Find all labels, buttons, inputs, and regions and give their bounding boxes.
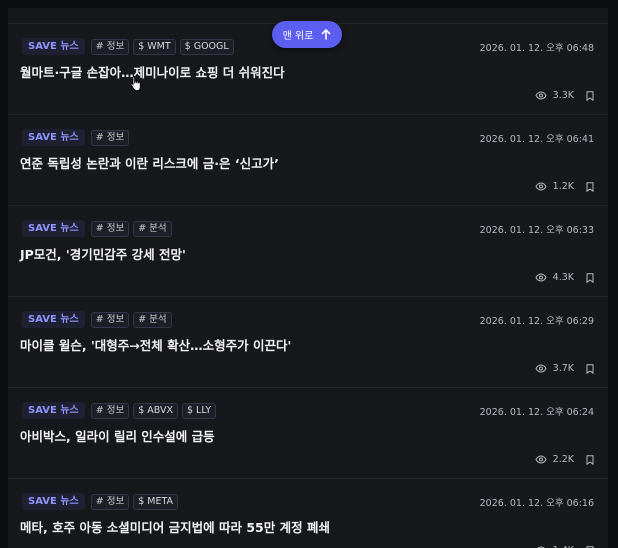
source-badge: SAVE 뉴스 <box>22 402 85 419</box>
hashtag[interactable]: # 정보 <box>90 311 130 328</box>
view-count: 3.7K <box>552 363 574 374</box>
news-title[interactable]: 월마트·구글 손잡아…제미나이로 쇼핑 더 쉬워진다 <box>20 62 285 81</box>
timestamp: 2026. 01. 12. 오후 06:24 <box>479 407 594 418</box>
timestamp: 2026. 01. 12. 오후 06:48 <box>479 43 594 54</box>
item-meta: 3.3K <box>535 90 594 101</box>
news-title[interactable]: 메타, 호주 아동 소셜미디어 금지법에 따라 55만 계정 폐쇄 <box>20 517 330 536</box>
arrow-up-icon <box>321 29 331 40</box>
ticker-tag[interactable]: $ LLY <box>181 402 217 419</box>
news-title[interactable]: JP모건, '경기민감주 강세 전망' <box>20 244 186 263</box>
eye-icon <box>535 91 547 100</box>
bookmark-icon[interactable] <box>586 454 594 465</box>
source-badge: SAVE 뉴스 <box>22 311 85 328</box>
item-meta: 2.2K <box>535 454 594 465</box>
view-count: 2.2K <box>552 454 574 465</box>
bookmark-icon[interactable] <box>586 272 594 283</box>
ticker-tag[interactable]: $ ABVX <box>133 402 178 419</box>
hand-cursor-icon <box>130 76 142 92</box>
item-meta: 4.3K <box>535 272 594 283</box>
news-feed: SAVE 뉴스 # 정보 $ WMT $ GOOGL 2026. 01. 12. 오후 … <box>8 8 608 548</box>
eye-icon <box>535 182 547 191</box>
source-badge: SAVE 뉴스 <box>22 129 85 146</box>
tag-row: SAVE 뉴스 # 정보 # 분석 <box>22 311 172 328</box>
timestamp: 2026. 01. 12. 오후 06:16 <box>479 498 594 509</box>
news-item[interactable]: SAVE 뉴스 # 정보 $ ABVX $ LLY 2026. 01. 12. 오후 0… <box>8 388 608 479</box>
hashtag[interactable]: # 정보 <box>90 402 130 419</box>
scroll-to-top-label: 맨 위로 <box>282 31 314 42</box>
hashtag[interactable]: # 분석 <box>133 220 172 237</box>
news-title[interactable]: 아비박스, 일라이 릴리 인수설에 급등 <box>20 426 215 445</box>
source-badge: SAVE 뉴스 <box>22 493 85 510</box>
item-meta: 1.2K <box>535 181 594 192</box>
view-count: 3.3K <box>552 90 574 101</box>
bookmark-icon[interactable] <box>586 181 594 192</box>
news-item[interactable]: SAVE 뉴스 # 정보 # 분석 2026. 01. 12. 오후 06:29 마이클… <box>8 297 608 388</box>
view-count: 1.2K <box>552 181 574 192</box>
tag-row: SAVE 뉴스 # 정보 # 분석 <box>22 220 172 237</box>
hashtag[interactable]: # 정보 <box>90 129 130 146</box>
news-item[interactable]: SAVE 뉴스 # 정보 # 분석 2026. 01. 12. 오후 06:33 JP모… <box>8 206 608 297</box>
timestamp: 2026. 01. 12. 오후 06:33 <box>479 225 594 236</box>
ticker-tag[interactable]: $ GOOGL <box>179 38 234 55</box>
timestamp: 2026. 01. 12. 오후 06:29 <box>479 316 594 327</box>
hashtag[interactable]: # 정보 <box>90 493 130 510</box>
bookmark-icon[interactable] <box>586 90 594 101</box>
hashtag[interactable]: # 정보 <box>90 220 130 237</box>
hashtag[interactable]: # 분석 <box>133 311 172 328</box>
view-count: 4.3K <box>552 272 574 283</box>
news-title[interactable]: 마이클 윌슨, '대형주→전체 확산…소형주가 이끈다' <box>20 335 291 354</box>
tag-row: SAVE 뉴스 # 정보 $ ABVX $ LLY <box>22 402 217 419</box>
scroll-to-top-button[interactable]: 맨 위로 <box>272 21 342 48</box>
tag-row: SAVE 뉴스 # 정보 <box>22 129 130 146</box>
ticker-tag[interactable]: $ WMT <box>133 38 176 55</box>
tag-row: SAVE 뉴스 # 정보 $ WMT $ GOOGL <box>22 38 234 55</box>
source-badge: SAVE 뉴스 <box>22 38 85 55</box>
hashtag[interactable]: # 정보 <box>90 38 130 55</box>
source-badge: SAVE 뉴스 <box>22 220 85 237</box>
news-item[interactable]: SAVE 뉴스 # 정보 $ META 2026. 01. 12. 오후 06:16 메… <box>8 479 608 548</box>
eye-icon <box>535 455 547 464</box>
eye-icon <box>535 364 547 373</box>
ticker-tag[interactable]: $ META <box>133 493 179 510</box>
eye-icon <box>535 273 547 282</box>
timestamp: 2026. 01. 12. 오후 06:41 <box>479 134 594 145</box>
news-item[interactable]: SAVE 뉴스 # 정보 2026. 01. 12. 오후 06:41 연준 독립성 … <box>8 115 608 206</box>
news-title[interactable]: 연준 독립성 논란과 이란 리스크에 금·은 ‘신고가’ <box>20 153 279 172</box>
item-meta: 3.7K <box>535 363 594 374</box>
bookmark-icon[interactable] <box>586 363 594 374</box>
tag-row: SAVE 뉴스 # 정보 $ META <box>22 493 179 510</box>
